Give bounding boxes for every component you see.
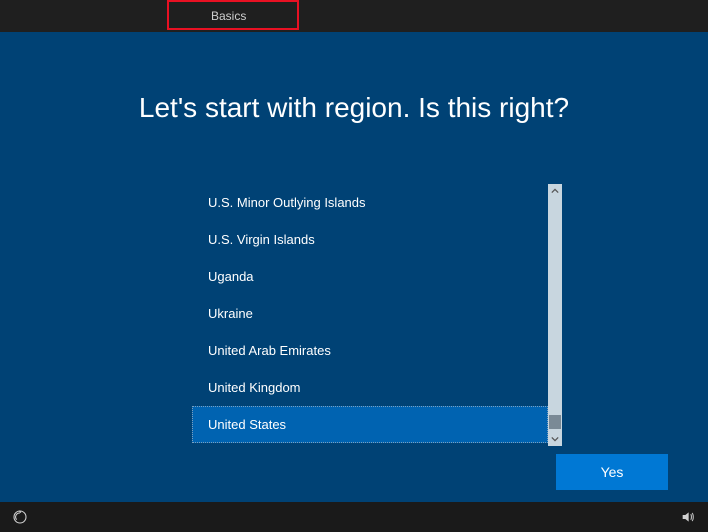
bottom-bar (0, 502, 708, 532)
scrollbar[interactable] (548, 184, 562, 446)
scroll-down-button[interactable] (548, 432, 562, 446)
top-bar: Basics (0, 0, 708, 32)
scroll-thumb[interactable] (549, 415, 561, 429)
scroll-up-button[interactable] (548, 184, 562, 198)
list-item[interactable]: Ukraine (192, 295, 548, 332)
tab-basics[interactable]: Basics (211, 9, 246, 23)
list-item[interactable]: United Arab Emirates (192, 332, 548, 369)
page-title: Let's start with region. Is this right? (0, 92, 708, 124)
list-item[interactable]: Uganda (192, 258, 548, 295)
chevron-down-icon (551, 435, 559, 443)
list-item[interactable]: United Kingdom (192, 369, 548, 406)
region-list[interactable]: U.S. Minor Outlying Islands U.S. Virgin … (192, 184, 548, 446)
scroll-track[interactable] (548, 198, 562, 432)
chevron-up-icon (551, 187, 559, 195)
volume-icon[interactable] (678, 507, 698, 527)
yes-button[interactable]: Yes (556, 454, 668, 490)
region-list-container: U.S. Minor Outlying Islands U.S. Virgin … (192, 184, 562, 446)
list-item[interactable]: U.S. Virgin Islands (192, 221, 548, 258)
list-item[interactable]: U.S. Minor Outlying Islands (192, 184, 548, 221)
main-content: Let's start with region. Is this right? … (0, 32, 708, 502)
list-item-selected[interactable]: United States (192, 406, 548, 443)
ease-of-access-icon[interactable] (10, 507, 30, 527)
